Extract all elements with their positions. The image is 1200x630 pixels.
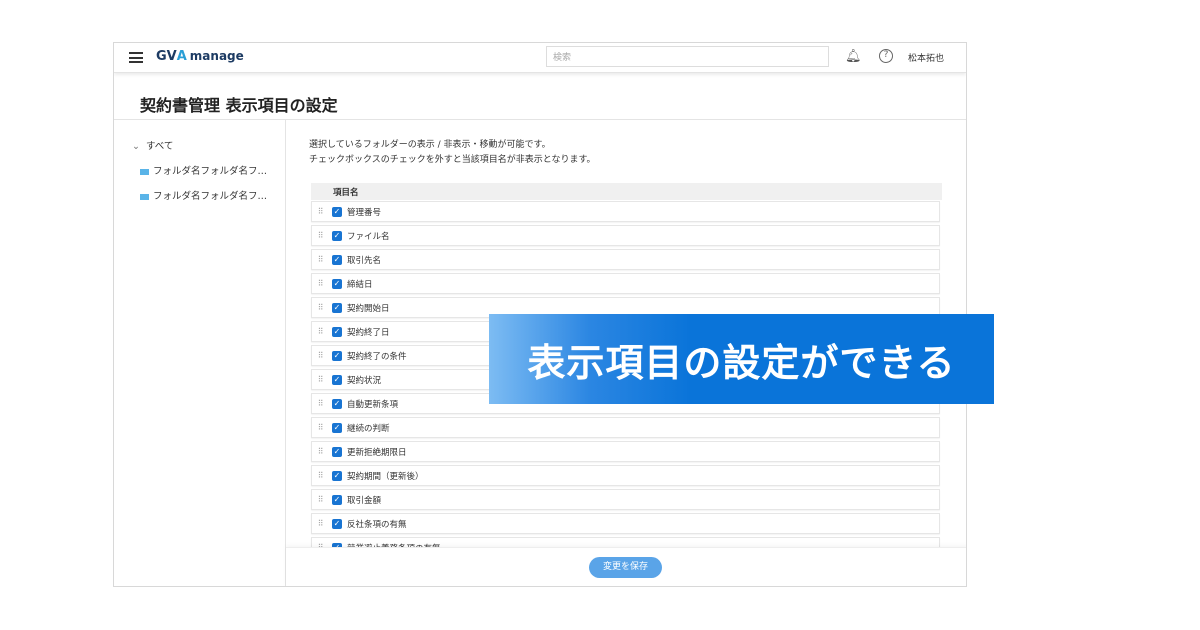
checkbox[interactable]: ✓ <box>332 398 342 409</box>
item-label: 管理番号 <box>347 207 382 218</box>
drag-handle-icon[interactable]: ⠿ <box>312 231 328 240</box>
item-label: ファイル名 <box>347 231 390 242</box>
item-label: 取引先名 <box>347 255 382 266</box>
item-row[interactable]: ⠿ ✓ ファイル名 <box>311 225 940 246</box>
checkbox[interactable]: ✓ <box>332 422 342 433</box>
column-header: 項目名 <box>311 183 942 200</box>
item-row[interactable]: ⠿ ✓ 取引先名 <box>311 249 940 270</box>
item-row[interactable]: ⠿ ✓ 取引金額 <box>311 489 940 510</box>
bell-icon[interactable]: 🔔︎ <box>845 49 862 64</box>
chevron-down-icon: ⌄ <box>132 141 140 152</box>
item-label: 契約終了の条件 <box>347 351 407 362</box>
item-label: 契約開始日 <box>347 303 390 314</box>
folder-label: フォルダ名フォルダ名フ… <box>153 166 268 177</box>
checkbox[interactable]: ✓ <box>332 446 342 457</box>
item-label: 契約終了日 <box>347 327 390 338</box>
drag-handle-icon[interactable]: ⠿ <box>312 519 328 528</box>
item-row[interactable]: ⠿ ✓ 締結日 <box>311 273 940 294</box>
item-label: 取引金額 <box>347 495 382 506</box>
drag-handle-icon[interactable]: ⠿ <box>312 447 328 456</box>
logo-suffix: manage <box>189 49 244 63</box>
checkbox[interactable]: ✓ <box>332 206 342 217</box>
item-label: 更新拒絶期限日 <box>347 447 407 458</box>
drag-handle-icon[interactable]: ⠿ <box>312 279 328 288</box>
drag-handle-icon[interactable]: ⠿ <box>312 351 328 360</box>
logo[interactable]: GVA manage <box>156 49 244 64</box>
folder-icon <box>140 168 149 175</box>
checkbox[interactable]: ✓ <box>332 374 342 385</box>
search-input[interactable]: 検索 <box>546 46 829 67</box>
item-row[interactable]: ⠿ ✓ 契約期間（更新後） <box>311 465 940 486</box>
description-line: チェックボックスのチェックを外すと当該項目名が非表示となります。 <box>309 155 596 165</box>
item-label: 反社条項の有無 <box>347 519 407 530</box>
checkbox[interactable]: ✓ <box>332 326 342 337</box>
drag-handle-icon[interactable]: ⠿ <box>312 255 328 264</box>
item-label: 継続の判断 <box>347 423 390 434</box>
logo-brand-accent: A <box>176 49 187 64</box>
drag-handle-icon[interactable]: ⠿ <box>312 327 328 336</box>
hamburger-menu-icon[interactable] <box>129 52 143 63</box>
item-row[interactable]: ⠿ ✓ 管理番号 <box>311 201 940 222</box>
item-row[interactable]: ⠿ ✓ 継続の判断 <box>311 417 940 438</box>
item-label: 締結日 <box>347 279 373 290</box>
checkbox[interactable]: ✓ <box>332 494 342 505</box>
footer: 変更を保存 <box>286 547 966 586</box>
user-name[interactable]: 松本拓也 <box>908 51 944 64</box>
drag-handle-icon[interactable]: ⠿ <box>312 399 328 408</box>
folder-icon <box>140 193 149 200</box>
top-bar: GVA manage 検索 🔔︎ ? 松本拓也 <box>114 43 966 73</box>
checkbox[interactable]: ✓ <box>332 470 342 481</box>
item-label: 自動更新条項 <box>347 399 399 410</box>
promo-banner: 表示項目の設定ができる <box>489 314 994 404</box>
help-icon[interactable]: ? <box>879 49 893 63</box>
folder-label: フォルダ名フォルダ名フ… <box>153 191 268 202</box>
description: 選択しているフォルダーの表示 / 非表示・移動が可能です。 チェックボックスのチ… <box>309 138 596 168</box>
drag-handle-icon[interactable]: ⠿ <box>312 471 328 480</box>
folder-sidebar: ⌄ すべて フォルダ名フォルダ名フ… フォルダ名フォルダ名フ… <box>114 120 286 586</box>
tree-root[interactable]: ⌄ すべて <box>132 138 173 152</box>
item-row[interactable]: ⠿ ✓ 反社条項の有無 <box>311 513 940 534</box>
description-line: 選択しているフォルダーの表示 / 非表示・移動が可能です。 <box>309 140 551 150</box>
item-label: 契約期間（更新後） <box>347 471 424 482</box>
drag-handle-icon[interactable]: ⠿ <box>312 423 328 432</box>
checkbox[interactable]: ✓ <box>332 518 342 529</box>
folder-item[interactable]: フォルダ名フォルダ名フ… <box>140 163 267 177</box>
checkbox[interactable]: ✓ <box>332 350 342 361</box>
drag-handle-icon[interactable]: ⠿ <box>312 375 328 384</box>
drag-handle-icon[interactable]: ⠿ <box>312 303 328 312</box>
checkbox[interactable]: ✓ <box>332 254 342 265</box>
save-button[interactable]: 変更を保存 <box>589 557 662 578</box>
item-label: 契約状況 <box>347 375 382 386</box>
drag-handle-icon[interactable]: ⠿ <box>312 495 328 504</box>
checkbox[interactable]: ✓ <box>332 302 342 313</box>
checkbox[interactable]: ✓ <box>332 278 342 289</box>
page-title: 契約書管理 表示項目の設定 <box>140 96 338 115</box>
folder-item[interactable]: フォルダ名フォルダ名フ… <box>140 188 267 202</box>
item-row[interactable]: ⠿ ✓ 更新拒絶期限日 <box>311 441 940 462</box>
logo-brand: GV <box>156 49 177 64</box>
tree-root-label: すべて <box>145 141 174 152</box>
checkbox[interactable]: ✓ <box>332 230 342 241</box>
drag-handle-icon[interactable]: ⠿ <box>312 207 328 216</box>
